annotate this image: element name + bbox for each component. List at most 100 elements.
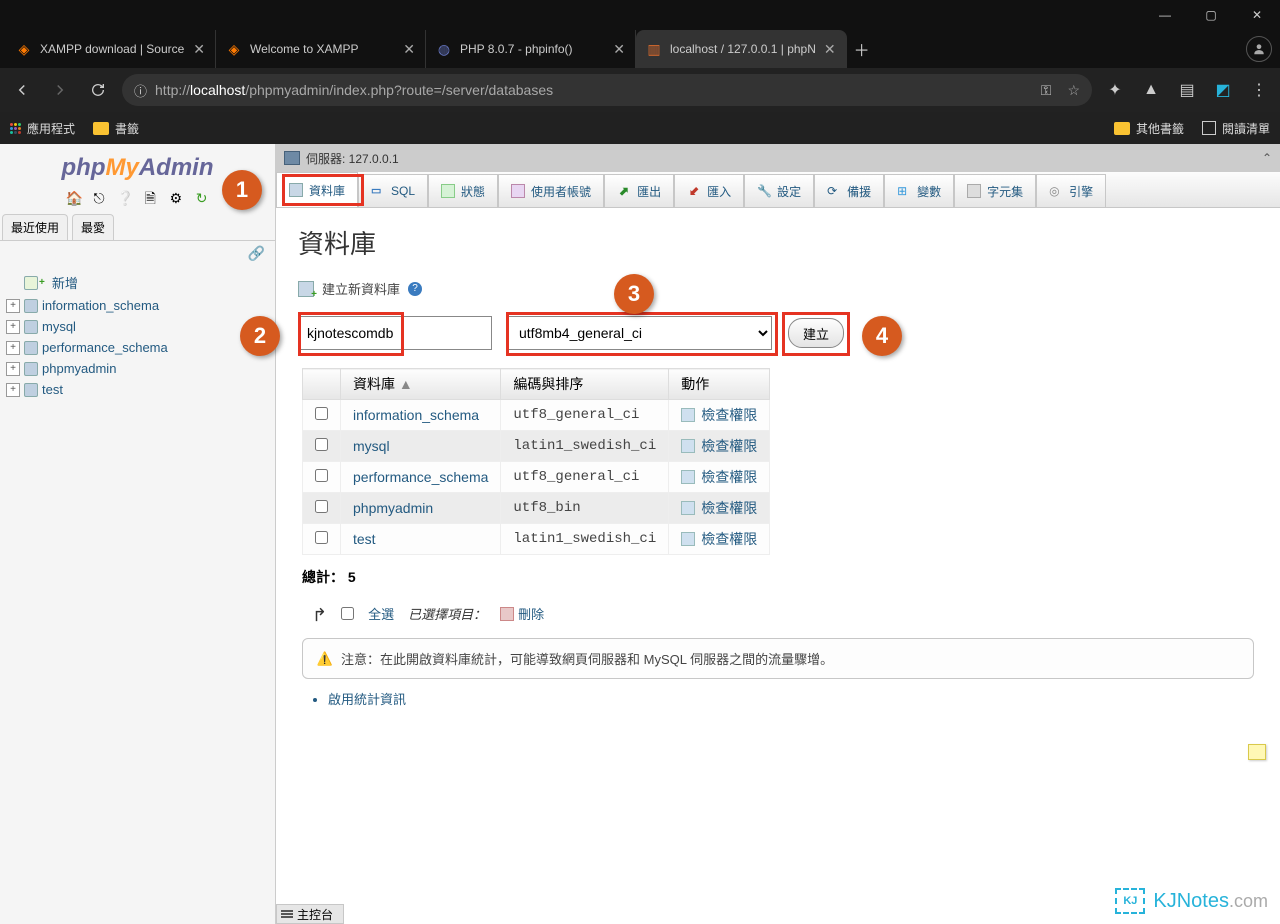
help-icon[interactable]: ? [408,282,422,296]
favorites-tab[interactable]: 最愛 [72,214,114,240]
tree-db[interactable]: + phpmyadmin [6,358,269,379]
expand-icon[interactable]: + [6,320,20,334]
extensions-icon[interactable]: ✦ [1102,77,1128,103]
url-text: http://localhost/phpmyadmin/index.php?ro… [155,82,553,98]
row-checkbox[interactable] [315,469,328,482]
tab-charsets[interactable]: 字元集 [954,174,1036,207]
browser-tab-3[interactable]: ▥ localhost / 127.0.0.1 | phpN ✕ [636,30,847,68]
bulk-actions: ↳ 全選 已選擇項目： 刪除 [298,603,1258,624]
tab-export[interactable]: ⬈匯出 [604,174,674,207]
collation-select[interactable]: utf8mb4_general_ci [508,316,772,350]
privileges-link[interactable]: 檢查權限 [701,405,757,425]
tree-db[interactable]: + information_schema [6,295,269,316]
menu-button[interactable]: ⋮ [1246,77,1272,103]
expand-icon[interactable]: + [6,341,20,355]
profile-avatar-icon[interactable] [1246,36,1272,62]
star-icon[interactable]: ☆ [1067,82,1080,99]
privileges-link[interactable]: 檢查權限 [701,436,757,456]
row-checkbox[interactable] [315,531,328,544]
tab-variables[interactable]: ⊞變數 [884,174,954,207]
link-icon[interactable]: 🔗 [0,241,275,266]
browser-tab-1[interactable]: ◈ Welcome to XAMPP ✕ [216,30,426,68]
window-close-button[interactable]: ✕ [1234,0,1280,30]
recent-tab[interactable]: 最近使用 [2,214,68,240]
close-icon[interactable]: ✕ [193,41,205,58]
tree-db[interactable]: + performance_schema [6,337,269,358]
tab-replication[interactable]: ⟳備援 [814,174,884,207]
row-checkbox[interactable] [315,407,328,420]
docs-icon[interactable]: ❔ [117,190,133,206]
expand-icon[interactable]: + [6,299,20,313]
tree-new-db[interactable]: + 新增 [6,270,269,295]
browser-tabstrip: ◈ XAMPP download | Source ✕ ◈ Welcome to… [0,30,1280,68]
window-maximize-button[interactable]: ▢ [1188,0,1234,30]
tab-databases[interactable]: 資料庫 [276,172,358,207]
db-link[interactable]: information_schema [353,407,479,423]
check-all-checkbox[interactable] [341,607,354,620]
reading-list[interactable]: 閱讀清單 [1202,120,1270,137]
collation-cell: latin1_swedish_ci [501,524,669,555]
new-tab-button[interactable]: ＋ [847,30,877,68]
window-minimize-button[interactable]: — [1142,0,1188,30]
row-checkbox[interactable] [315,500,328,513]
table-row: information_schemautf8_general_ci檢查權限 [303,400,770,431]
logout-icon[interactable]: ⎋ [91,190,107,206]
check-all-link[interactable]: 全選 [368,604,394,623]
forward-button[interactable] [46,76,74,104]
tab-users[interactable]: 使用者帳號 [498,174,604,207]
row-checkbox[interactable] [315,438,328,451]
tree-db[interactable]: + test [6,379,269,400]
privileges-link[interactable]: 檢查權限 [701,467,757,487]
tab-engines[interactable]: ◎引擎 [1036,174,1106,207]
back-button[interactable] [8,76,36,104]
ext-2-icon[interactable]: ▤ [1174,77,1200,103]
variables-icon: ⊞ [897,184,911,198]
reload-button[interactable] [84,76,112,104]
db-link[interactable]: performance_schema [353,469,488,485]
close-icon[interactable]: ✕ [403,41,415,58]
db-link[interactable]: test [353,531,376,547]
settings-icon[interactable]: ⚙ [168,190,184,206]
ext-3-icon[interactable]: ◩ [1210,77,1236,103]
favicon-xampp-icon: ◈ [226,41,242,57]
db-name-input[interactable] [298,316,492,350]
server-breadcrumb[interactable]: 伺服器: 127.0.0.1 ⌃ [276,144,1280,172]
col-db[interactable]: 資料庫 ▲ [341,369,501,400]
address-bar[interactable]: ⓘ http://localhost/phpmyadmin/index.php?… [122,74,1092,106]
password-key-icon[interactable]: ⚿ [1041,82,1052,99]
privileges-link[interactable]: 檢查權限 [701,529,757,549]
db-link[interactable]: phpmyadmin [353,500,433,516]
privileges-link[interactable]: 檢查權限 [701,498,757,518]
close-icon[interactable]: ✕ [613,41,625,58]
tab-status[interactable]: 狀態 [428,174,498,207]
delete-action[interactable]: 刪除 [500,604,544,623]
tree-db[interactable]: + mysql [6,316,269,337]
db-icon [24,362,38,376]
create-button[interactable]: 建立 [788,318,844,348]
sticky-note-icon[interactable] [1248,744,1266,760]
enable-stats-link[interactable]: 啟用統計資訊 [328,692,406,707]
tab-settings[interactable]: 🔧設定 [744,174,814,207]
bookmark-folder[interactable]: 書籤 [93,120,139,137]
sql-icon[interactable]: 🗎 [142,188,158,204]
close-icon[interactable]: ✕ [824,41,836,58]
browser-tab-0[interactable]: ◈ XAMPP download | Source ✕ [6,30,216,68]
other-bookmarks[interactable]: 其他書籤 [1114,120,1184,137]
watermark-logo-icon: KJ [1115,888,1145,914]
browser-tab-2[interactable]: ◍ PHP 8.0.7 - phpinfo() ✕ [426,30,636,68]
favicon-pma-icon: ▥ [646,41,662,57]
ext-1-icon[interactable]: ▲ [1138,77,1164,103]
notice-text: 注意：在此開啟資料庫統計，可能導致網頁伺服器和 MySQL 伺服器之間的流量驟增… [341,649,833,668]
collapse-icon[interactable]: ⌃ [1262,151,1272,165]
tab-import[interactable]: ⬋匯入 [674,174,744,207]
home-icon[interactable]: 🏠 [65,190,81,206]
db-link[interactable]: mysql [353,438,390,454]
reload-icon[interactable]: ↻ [194,190,210,206]
pma-logo[interactable]: phpMyAdmin [0,144,275,188]
apps-shortcut[interactable]: 應用程式 [10,120,75,137]
console-toggle[interactable]: 主控台 [276,904,344,924]
tab-sql[interactable]: ▭SQL [358,174,428,207]
expand-icon[interactable]: + [6,362,20,376]
col-collation[interactable]: 編碼與排序 [501,369,669,400]
expand-icon[interactable]: + [6,383,20,397]
